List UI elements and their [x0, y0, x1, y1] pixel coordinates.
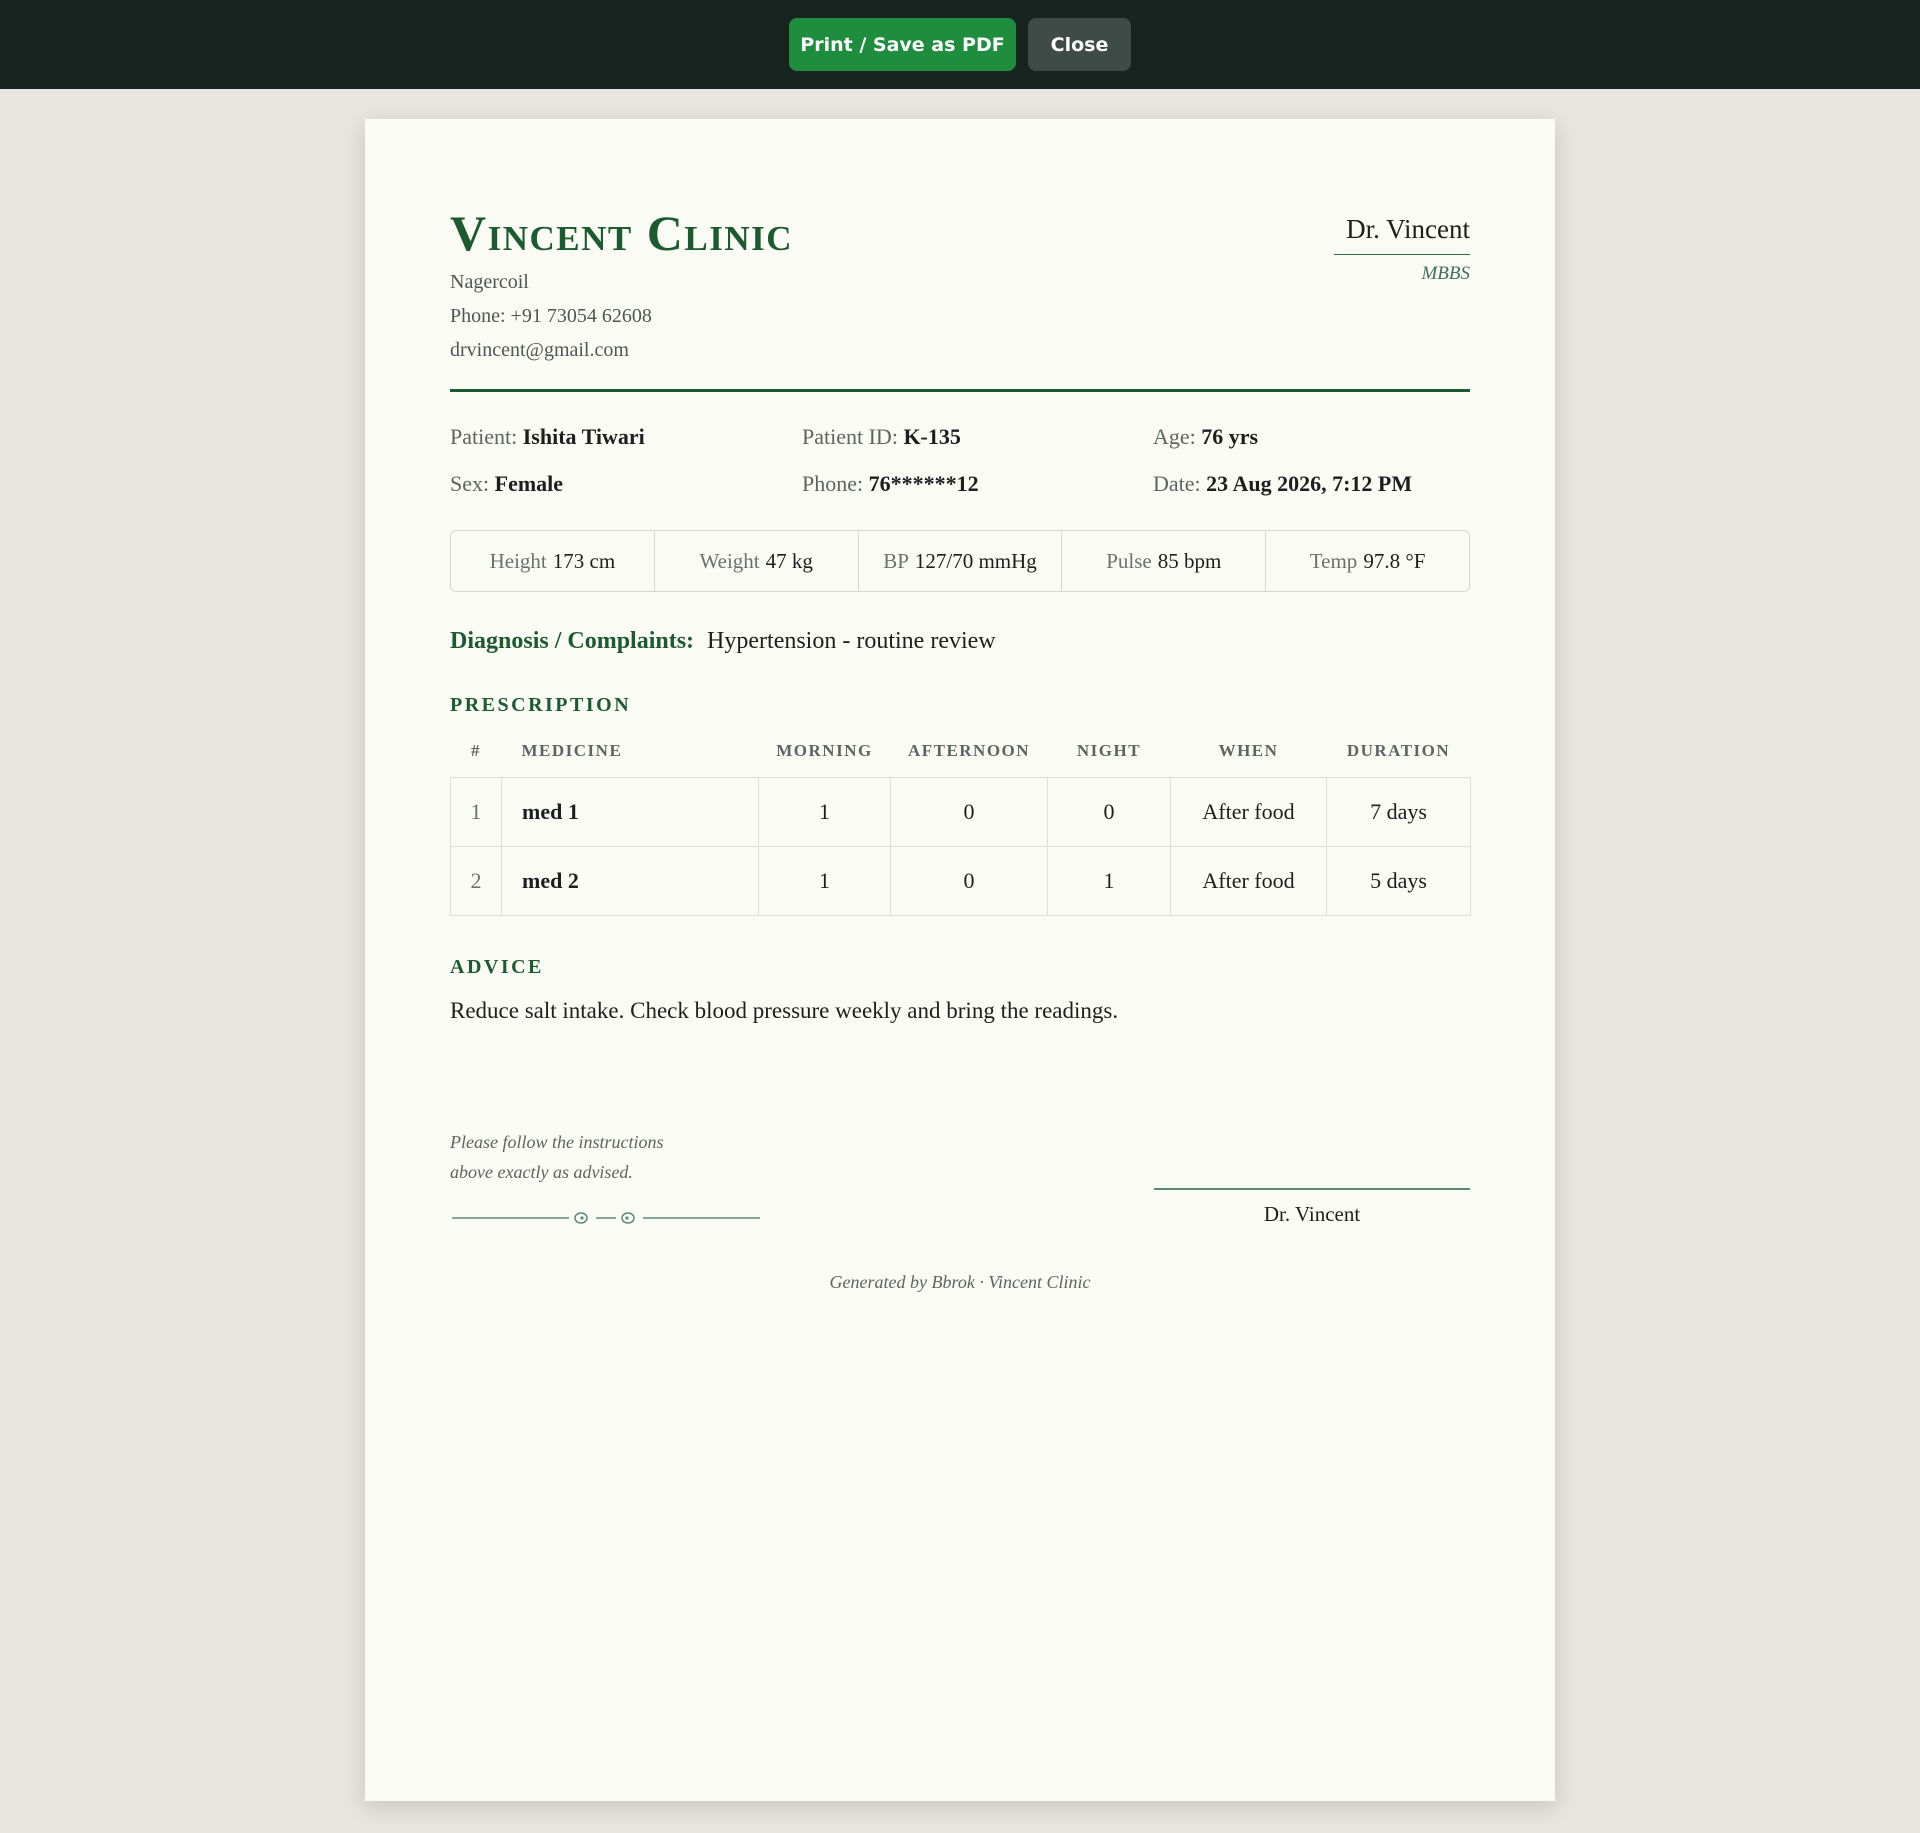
- advice-text: Reduce salt intake. Check blood pressure…: [450, 998, 1119, 1023]
- doctor-qualification: MBBS: [1421, 263, 1470, 284]
- patient-phone-value: 76******12: [868, 471, 979, 496]
- clinic-name: Vincent Clinic: [450, 205, 793, 261]
- vital-label: Pulse: [1106, 548, 1152, 573]
- vital-label: Temp: [1309, 548, 1358, 573]
- column-header-afternoon: AFTERNOON: [907, 741, 1031, 760]
- vital-value: 97.8 °F: [1363, 548, 1426, 573]
- doctor-name: Dr. Vincent: [1346, 214, 1470, 244]
- vital-height: Height 173 cm: [451, 531, 655, 591]
- table-header-row: # MEDICINE MORNING AFTERNOON NIGHT WHEN …: [451, 725, 1471, 778]
- column-header-medicine: MEDICINE: [521, 741, 623, 760]
- patient-id-label: Patient ID:: [802, 424, 898, 449]
- vital-label: Height: [489, 548, 547, 573]
- clinic-city: Nagercoil: [450, 271, 529, 293]
- patient-sex-value: Female: [494, 471, 564, 496]
- dose-night: 0: [1047, 777, 1171, 847]
- dose-when: After food: [1170, 777, 1327, 847]
- instruction-note-line-1: Please follow the instructions: [450, 1132, 664, 1152]
- vital-label: BP: [883, 548, 909, 573]
- prescription-table: # MEDICINE MORNING AFTERNOON NIGHT WHEN …: [450, 725, 1471, 916]
- patient-sex-label: Sex:: [450, 471, 490, 496]
- patient-name-label: Patient:: [450, 424, 518, 449]
- doctor-name-underline: [1334, 254, 1470, 255]
- table-row: 1 med 1 1 0 0 After food 7 days: [450, 777, 1471, 847]
- vital-value: 127/70 mmHg: [914, 548, 1037, 573]
- vital-temp: Temp 97.8 °F: [1266, 531, 1469, 591]
- vital-value: 173 cm: [552, 548, 616, 573]
- vital-weight: Weight 47 kg: [655, 531, 859, 591]
- table-row: 2 med 2 1 0 1 After food 5 days: [450, 846, 1471, 916]
- vital-bp: BP 127/70 mmHg: [859, 531, 1063, 591]
- diagnosis-label: Diagnosis / Complaints:: [450, 628, 695, 654]
- prescription-sheet: Vincent Clinic Nagercoil Phone: +91 7305…: [365, 119, 1555, 1801]
- dose-when: After food: [1170, 846, 1327, 916]
- column-header-night: NIGHT: [1076, 741, 1142, 760]
- visit-date-label: Date:: [1153, 471, 1201, 496]
- clinic-phone: Phone: +91 73054 62608: [450, 305, 652, 327]
- advice-heading: ADVICE: [450, 956, 544, 978]
- signature-line: [1154, 1188, 1470, 1190]
- vital-value: 47 kg: [765, 548, 813, 573]
- column-header-morning: MORNING: [776, 741, 873, 760]
- vital-label: Weight: [699, 548, 760, 573]
- patient-id-value: K-135: [903, 424, 961, 449]
- dose-afternoon: 0: [890, 777, 1048, 847]
- column-header-number: #: [471, 741, 481, 760]
- visit-date-field: Date: 23 Aug 2026, 7:12 PM: [1153, 471, 1412, 497]
- row-number: 2: [450, 846, 502, 916]
- dose-morning: 1: [758, 777, 891, 847]
- medicine-name: med 2: [501, 846, 759, 916]
- visit-date-value: 23 Aug 2026, 7:12 PM: [1206, 471, 1413, 496]
- patient-phone-field: Phone: 76******12: [802, 471, 979, 497]
- prescription-heading: PRESCRIPTION: [450, 694, 632, 716]
- vital-value: 85 bpm: [1157, 548, 1222, 573]
- row-number: 1: [450, 777, 502, 847]
- dose-afternoon: 0: [890, 846, 1048, 916]
- close-button[interactable]: Close: [1028, 18, 1131, 71]
- dose-night: 1: [1047, 846, 1171, 916]
- patient-name-value: Ishita Tiwari: [522, 424, 645, 449]
- vitals-strip: Height 173 cm Weight 47 kg BP 127/70 mmH…: [450, 530, 1470, 592]
- patient-age-label: Age:: [1153, 424, 1196, 449]
- clinic-email: drvincent@gmail.com: [450, 339, 629, 361]
- patient-age-field: Age: 76 yrs: [1153, 424, 1258, 450]
- patient-name-field: Patient: Ishita Tiwari: [450, 424, 645, 450]
- patient-id-field: Patient ID: K-135: [802, 424, 961, 450]
- dose-morning: 1: [758, 846, 891, 916]
- patient-sex-field: Sex: Female: [450, 471, 563, 497]
- vital-pulse: Pulse 85 bpm: [1062, 531, 1267, 591]
- column-header-duration: DURATION: [1346, 741, 1451, 760]
- footer-text: Generated by Bbrok · Vincent Clinic: [829, 1272, 1091, 1292]
- print-save-pdf-button[interactable]: Print / Save as PDF: [789, 18, 1016, 71]
- diagnosis-text: Hypertension - routine review: [707, 628, 996, 654]
- dose-duration: 7 days: [1326, 777, 1471, 847]
- top-toolbar: Print / Save as PDF Close: [0, 0, 1920, 89]
- patient-phone-label: Phone:: [802, 471, 864, 496]
- diagnosis: Diagnosis / Complaints: Hypertension - r…: [450, 628, 996, 655]
- ornament-divider-icon: [452, 1212, 760, 1224]
- patient-age-value: 76 yrs: [1201, 424, 1259, 449]
- medicine-name: med 1: [501, 777, 759, 847]
- header-divider: [450, 389, 1470, 392]
- dose-duration: 5 days: [1326, 846, 1471, 916]
- instruction-note-line-2: above exactly as advised.: [450, 1162, 633, 1182]
- signature-name: Dr. Vincent: [1263, 1202, 1361, 1226]
- column-header-when: WHEN: [1218, 741, 1279, 760]
